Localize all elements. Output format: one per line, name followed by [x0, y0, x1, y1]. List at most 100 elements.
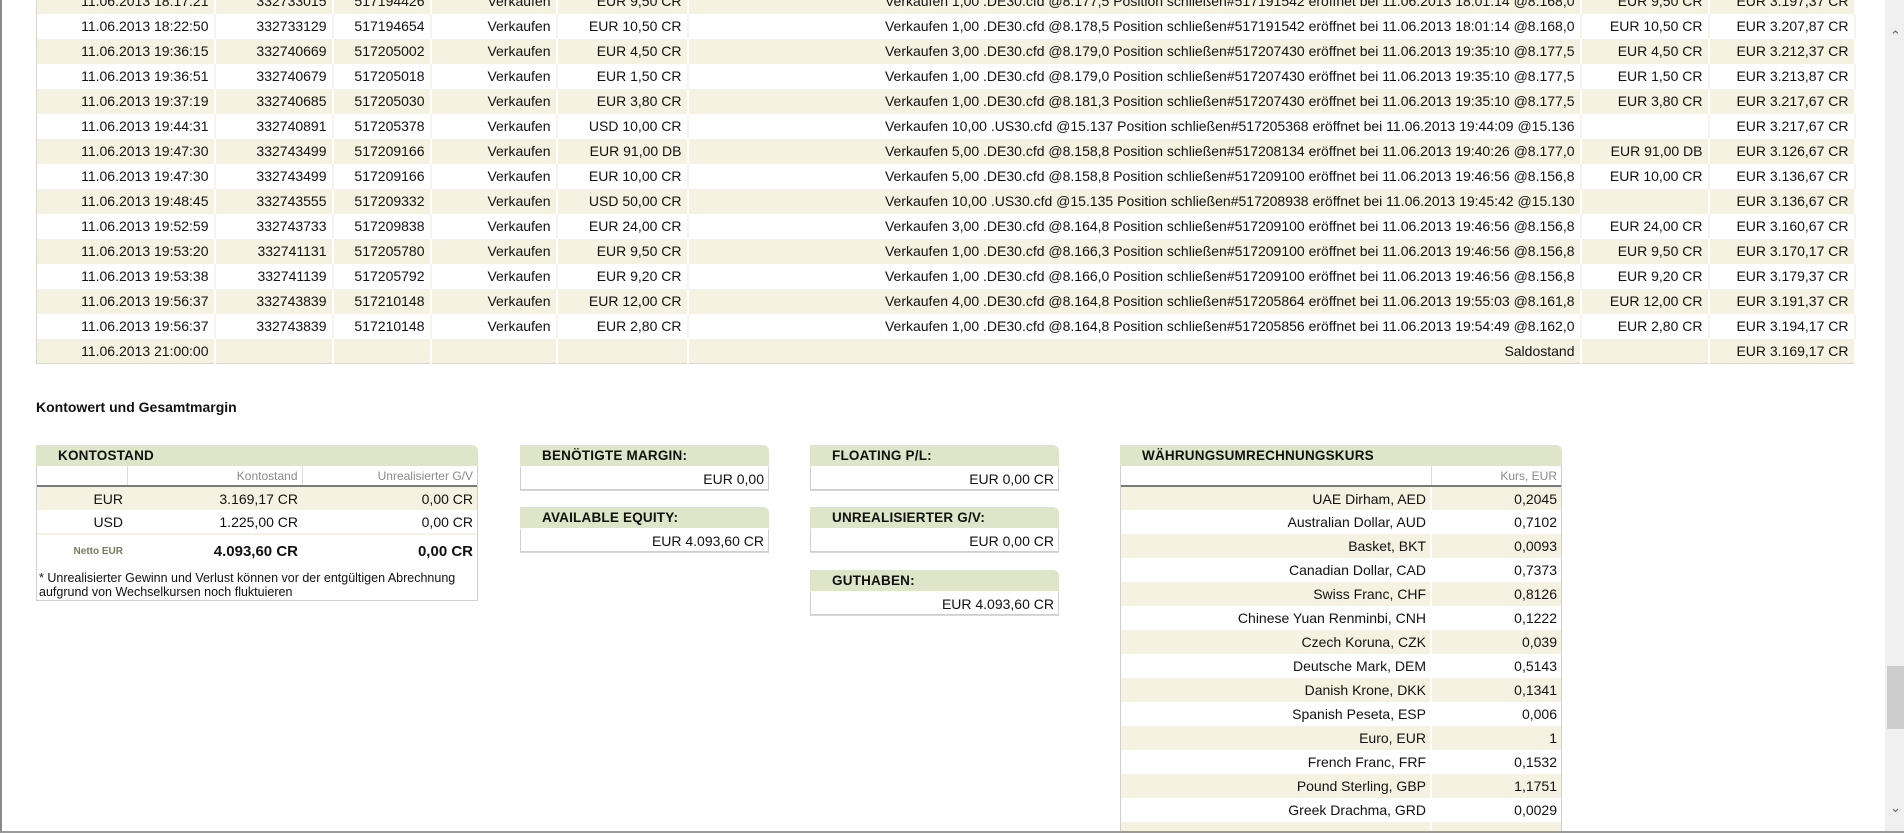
cell-date: 11.06.2013 21:00:00: [36, 338, 216, 364]
cell-order: 517209166: [332, 138, 432, 164]
rate-currency: Chinese Yuan Renminbi, CNH: [1121, 606, 1432, 630]
rate-currency: UAE Dirham, AED: [1121, 486, 1432, 510]
cell-amount: EUR 9,20 CR: [556, 263, 689, 289]
col-unrealisiert: Unrealisierter G/V: [302, 466, 477, 487]
scrollbar-thumb[interactable]: [1887, 666, 1904, 729]
cell-description: Saldostand: [687, 338, 1582, 364]
cell-date: 11.06.2013 19:36:15: [36, 38, 216, 64]
cell-change: EUR 9,20 CR: [1580, 263, 1710, 289]
transaction-row: 11.06.2013 19:56:37 332743839 517210148 Ver…: [36, 288, 1856, 314]
cell-balance: EUR 3.217,67 CR: [1708, 113, 1856, 139]
cell-description: Verkaufen 3,00 .DE30.cfd @8.164,8 Positi…: [687, 213, 1582, 239]
rate-row: Euro, EUR 1: [1121, 726, 1561, 750]
rates-title: WÄHRUNGSUMRECHNUNGSKURS: [1120, 445, 1562, 466]
cell-date: 11.06.2013 19:48:45: [36, 188, 216, 214]
rate-rate: 0,1532: [1514, 754, 1557, 770]
rate-row: Australian Dollar, AUD 0,7102: [1121, 510, 1561, 534]
rate-row: Deutsche Mark, DEM 0,5143: [1121, 654, 1561, 678]
equity-panel: AVAILABLE EQUITY: EUR 4.093,60 CR: [520, 507, 769, 552]
cell-change: EUR 9,50 CR: [1580, 238, 1710, 264]
unrealized: 0,00 CR: [302, 486, 477, 510]
cell-change: [1580, 188, 1710, 214]
cell-change: EUR 3,80 CR: [1580, 88, 1710, 114]
cell-description: Verkaufen 5,00 .DE30.cfd @8.158,8 Positi…: [687, 163, 1582, 189]
transaction-row: 11.06.2013 18:17:21 332733015 517194426 Ver…: [36, 0, 1856, 14]
net-balance: 4.093,60 CR: [213, 543, 298, 560]
cell-balance: EUR 3.136,67 CR: [1708, 163, 1856, 189]
transaction-row: 11.06.2013 19:56:37 332743839 517210148 Ver…: [36, 313, 1856, 339]
balance: 3.169,17 CR: [127, 486, 302, 510]
cell-change: EUR 91,00 DB: [1580, 138, 1710, 164]
cell-description: Verkaufen 1,00 .DE30.cfd @8.177,5 Positi…: [687, 0, 1582, 14]
floating-title: FLOATING P/L:: [810, 445, 1059, 466]
unrealized-panel: UNREALISIERTER G/V: EUR 0,00 CR: [810, 507, 1059, 552]
transactions-table: 11.06.2013 18:17:21 332733015 517194426 Ver…: [36, 0, 1856, 364]
cell-change: EUR 10,00 CR: [1580, 163, 1710, 189]
cell-amount: EUR 1,50 CR: [556, 63, 689, 89]
scroll-down-icon[interactable]: ⌄: [1885, 800, 1904, 816]
col-rate: Kurs, EUR: [1431, 466, 1561, 487]
rate-currency: Deutsche Mark, DEM: [1121, 654, 1432, 678]
equity-title: AVAILABLE EQUITY:: [520, 507, 769, 528]
cell-type: Verkaufen: [430, 313, 558, 339]
cell-description: Verkaufen 3,00 .DE30.cfd @8.179,0 Positi…: [687, 38, 1582, 64]
net-label: Netto EUR: [73, 546, 123, 557]
cell-balance: EUR 3.217,67 CR: [1708, 88, 1856, 114]
cell-balance: EUR 3.160,67 CR: [1708, 213, 1856, 239]
rate-row: Danish Krone, DKK 0,1341: [1121, 678, 1561, 702]
cell-balance: EUR 3.136,67 CR: [1708, 188, 1856, 214]
scroll-up-icon[interactable]: ⌃: [1885, 28, 1904, 44]
cell-change: EUR 1,50 CR: [1580, 63, 1710, 89]
rate-row: [1121, 822, 1561, 831]
vertical-scrollbar[interactable]: ⌃ ⌄: [1885, 0, 1904, 831]
cell-description: Verkaufen 1,00 .DE30.cfd @8.178,5 Positi…: [687, 13, 1582, 39]
cell-ticket: 332743839: [214, 313, 334, 339]
cell-type: Verkaufen: [430, 113, 558, 139]
cell-description: Verkaufen 10,00 .US30.cfd @15.137 Positi…: [687, 113, 1582, 139]
cell-amount: EUR 9,50 CR: [556, 238, 689, 264]
rate-currency: Pound Sterling, GBP: [1121, 774, 1432, 798]
cell-ticket: 332743733: [214, 213, 334, 239]
cell-order: 517205792: [332, 263, 432, 289]
margin-value: EUR 0,00: [520, 466, 769, 490]
cell-type: Verkaufen: [430, 288, 558, 314]
col-kontostand: Kontostand: [127, 466, 303, 487]
rate-rate: 0,039: [1431, 630, 1561, 654]
unrealized-value: EUR 0,00 CR: [810, 528, 1059, 552]
rate-row: Chinese Yuan Renminbi, CNH 0,1222: [1121, 606, 1561, 630]
rate-rate: 0,006: [1521, 706, 1557, 722]
cell-order: 517209838: [332, 213, 432, 239]
transaction-row: 11.06.2013 19:48:45 332743555 517209332 Ver…: [36, 188, 1856, 214]
cell-date: 11.06.2013 19:47:30: [36, 138, 216, 164]
cell-change: [1580, 338, 1710, 364]
rate-rate: 0,0093: [1431, 534, 1561, 558]
cell-type: Verkaufen: [430, 238, 558, 264]
kontostand-panel: KONTOSTAND Kontostand Unrealisierter G/V …: [36, 445, 478, 601]
rate-row: Czech Koruna, CZK 0,039: [1121, 630, 1561, 654]
net-row: Netto EUR 4.093,60 CR 0,00 CR: [37, 534, 477, 568]
cell-order: [332, 338, 432, 364]
cell-date: 11.06.2013 19:36:51: [36, 63, 216, 89]
transaction-row: 11.06.2013 19:37:19 332740685 517205030 Ver…: [36, 88, 1856, 114]
rate-row: UAE Dirham, AED 0,2045: [1121, 486, 1561, 510]
currency: USD: [93, 513, 123, 530]
cell-ticket: 332740679: [214, 63, 334, 89]
cell-order: 517209332: [332, 188, 432, 214]
net-unrealized: 0,00 CR: [417, 543, 473, 560]
transaction-row: 11.06.2013 19:36:51 332740679 517205018 Ver…: [36, 63, 1856, 89]
cell-order: 517194654: [332, 13, 432, 39]
cell-description: Verkaufen 1,00 .DE30.cfd @8.164,8 Positi…: [687, 313, 1582, 339]
cell-balance: EUR 3.212,37 CR: [1708, 38, 1856, 64]
cell-type: Verkaufen: [430, 0, 558, 14]
cell-change: EUR 10,50 CR: [1580, 13, 1710, 39]
transaction-row: 11.06.2013 19:52:59 332743733 517209838 Ver…: [36, 213, 1856, 239]
margin-panel: BENÖTIGTE MARGIN: EUR 0,00: [520, 445, 769, 490]
cell-date: 11.06.2013 19:52:59: [36, 213, 216, 239]
section-title: Kontowert und Gesamtmargin: [36, 399, 237, 415]
rate-currency: Greek Drachma, GRD: [1121, 798, 1432, 822]
cell-ticket: 332743499: [214, 138, 334, 164]
cell-ticket: 332733015: [214, 0, 334, 14]
cell-balance: EUR 3.213,87 CR: [1708, 63, 1856, 89]
cell-balance: EUR 3.191,37 CR: [1708, 288, 1856, 314]
rate-currency: Basket, BKT: [1121, 534, 1432, 558]
